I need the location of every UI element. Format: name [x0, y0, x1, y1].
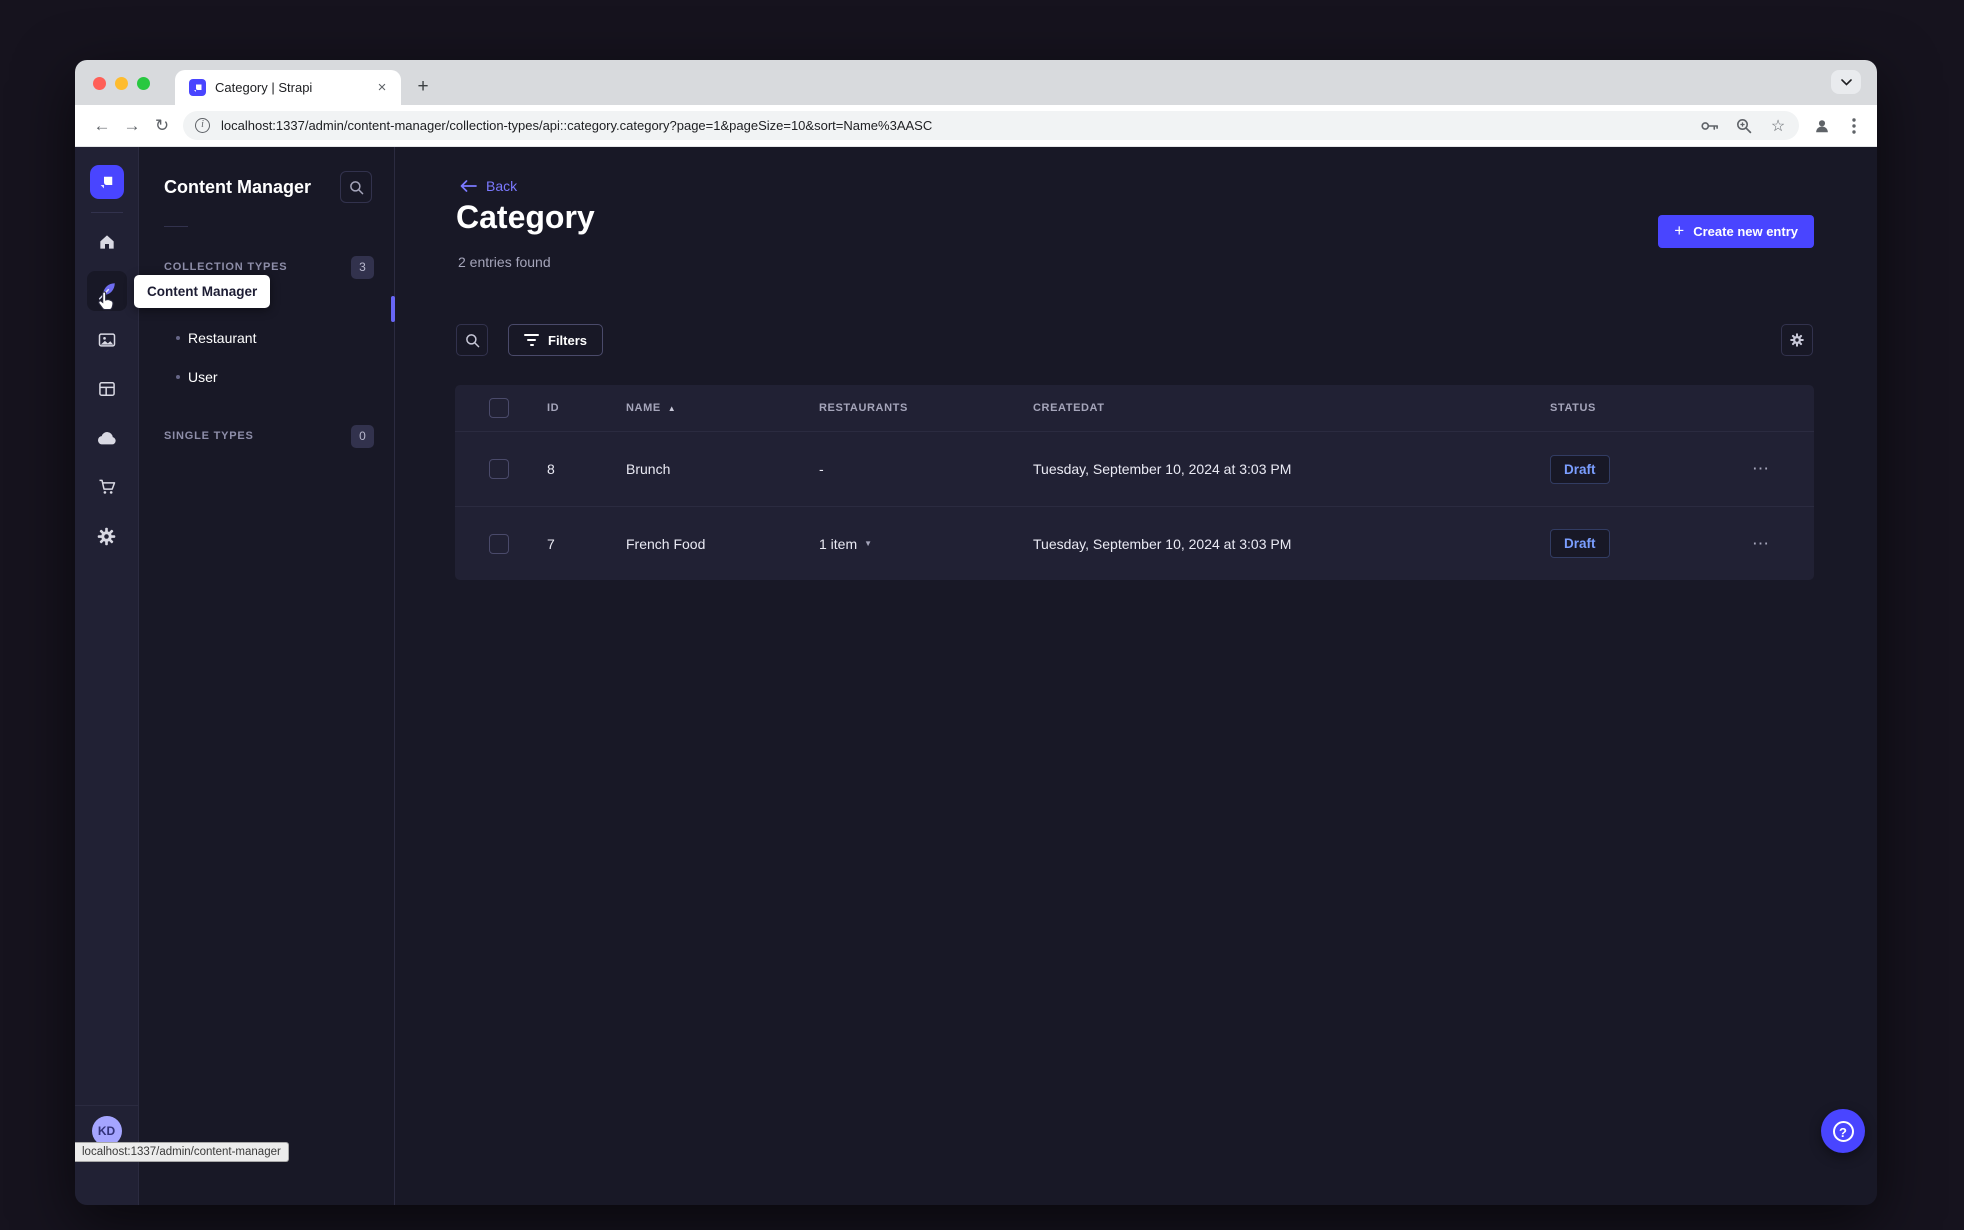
sidebar-item-user[interactable]: User — [139, 357, 394, 396]
tab-search-button[interactable] — [1831, 70, 1861, 94]
nav-home-button[interactable] — [87, 222, 127, 262]
search-icon — [465, 333, 479, 347]
subnav-title: Content Manager — [164, 176, 312, 197]
table-header-row: ID NAME ▲ RESTAURANTS CREATEDAT STATUS — [455, 385, 1814, 432]
create-new-entry-button[interactable]: + Create new entry — [1658, 215, 1814, 248]
strapi-favicon-icon — [189, 79, 206, 96]
profile-icon[interactable] — [1813, 117, 1831, 135]
nav-content-type-builder-button[interactable] — [87, 369, 127, 409]
url-bar[interactable]: i localhost:1337/admin/content-manager/c… — [183, 111, 1799, 140]
search-icon — [349, 180, 363, 194]
strapi-logo[interactable] — [89, 165, 124, 199]
cell-restaurants[interactable]: 1 item ▼ — [819, 536, 1033, 552]
help-button[interactable]: ? — [1821, 1109, 1865, 1153]
bookmark-star-icon[interactable]: ☆ — [1769, 117, 1787, 135]
collection-types-count-badge: 3 — [351, 255, 374, 279]
gear-icon — [97, 527, 116, 545]
column-header-status: STATUS — [1550, 402, 1596, 414]
url-text[interactable]: localhost:1337/admin/content-manager/col… — [221, 118, 1685, 133]
browser-window: Category | Strapi × + ← → ↻ i localhost:… — [75, 60, 1877, 1205]
cell-createdat: Tuesday, September 10, 2024 at 3:03 PM — [1033, 535, 1292, 552]
desktop: Category | Strapi × + ← → ↻ i localhost:… — [0, 0, 1964, 1230]
main-content: Back Category 2 entries found + Create n… — [395, 147, 1877, 1205]
column-header-id: ID — [547, 402, 560, 414]
cell-id: 8 — [547, 461, 555, 477]
help-question-icon: ? — [1832, 1120, 1854, 1142]
subnav-divider — [164, 226, 188, 227]
row-more-button[interactable]: ⋯ — [1752, 459, 1770, 479]
table-row[interactable]: 8 Brunch - Tuesday, September 10, 2024 a… — [455, 432, 1814, 506]
filter-icon — [524, 334, 539, 346]
browser-back-icon[interactable]: ← — [87, 111, 117, 141]
subnav-search-button[interactable] — [340, 171, 372, 203]
new-tab-button[interactable]: + — [409, 73, 437, 101]
column-header-restaurants: RESTAURANTS — [819, 402, 908, 414]
single-types-label: SINGLE TYPES — [164, 430, 254, 442]
cart-icon — [99, 479, 115, 494]
row-checkbox[interactable] — [489, 533, 509, 554]
status-badge: Draft — [1550, 454, 1610, 484]
minimize-window-button[interactable] — [115, 77, 128, 90]
entries-count: 2 entries found — [458, 254, 551, 270]
select-all-checkbox[interactable] — [489, 398, 509, 418]
browser-tab[interactable]: Category | Strapi × — [175, 70, 401, 105]
link-status-tooltip: localhost:1337/admin/content-manager — [75, 1142, 289, 1162]
single-types-count-badge: 0 — [351, 424, 374, 448]
entries-table: ID NAME ▲ RESTAURANTS CREATEDAT STATUS 8 — [455, 385, 1814, 580]
close-window-button[interactable] — [93, 77, 106, 90]
browser-reload-icon[interactable]: ↻ — [147, 111, 177, 141]
row-checkbox[interactable] — [489, 459, 509, 479]
tab-title: Category | Strapi — [215, 80, 313, 95]
arrow-left-icon — [460, 180, 477, 192]
browser-toolbar: ← → ↻ i localhost:1337/admin/content-man… — [75, 105, 1877, 147]
traffic-lights — [93, 77, 150, 90]
password-key-icon[interactable] — [1701, 117, 1719, 135]
back-link[interactable]: Back — [460, 178, 517, 194]
nav-media-library-button[interactable] — [87, 320, 127, 360]
sort-asc-icon: ▲ — [667, 403, 677, 413]
sidebar-item-restaurant[interactable]: Restaurant — [139, 318, 394, 357]
cloud-icon — [97, 432, 116, 445]
nav-deploy-button[interactable] — [87, 418, 127, 458]
plus-icon: + — [1674, 221, 1685, 240]
strapi-app: KD Content Manager COLLECTION TYPES 3 Re… — [75, 147, 1877, 1205]
collection-types-label: COLLECTION TYPES — [164, 261, 288, 273]
filters-button[interactable]: Filters — [508, 324, 604, 356]
home-icon — [99, 235, 114, 249]
cell-restaurants: - — [819, 461, 824, 477]
chevron-down-icon — [1840, 78, 1852, 86]
zoom-search-icon[interactable] — [1735, 117, 1753, 135]
caret-down-icon: ▼ — [864, 539, 873, 548]
page-title: Category — [456, 199, 595, 235]
bullet-icon — [176, 335, 180, 340]
browser-forward-icon[interactable]: → — [117, 111, 147, 141]
cell-name: French Food — [626, 535, 706, 552]
cell-createdat: Tuesday, September 10, 2024 at 3:03 PM — [1033, 461, 1292, 477]
tab-close-icon[interactable]: × — [373, 79, 391, 97]
maximize-window-button[interactable] — [137, 77, 150, 90]
column-header-createdat: CREATEDAT — [1033, 402, 1105, 414]
content-manager-tooltip: Content Manager — [134, 275, 271, 308]
browser-tabstrip: Category | Strapi × + — [75, 60, 1877, 105]
cursor-pointer-icon — [95, 290, 117, 314]
status-badge: Draft — [1550, 529, 1610, 558]
media-library-icon — [98, 333, 115, 347]
gear-icon — [1790, 333, 1804, 347]
table-row[interactable]: 7 French Food 1 item ▼ Tuesday, Septembe… — [455, 506, 1814, 580]
page-info-icon[interactable]: i — [195, 118, 210, 133]
column-header-name[interactable]: NAME ▲ — [626, 402, 819, 414]
nav-settings-button[interactable] — [87, 516, 127, 556]
nav-marketplace-button[interactable] — [87, 467, 127, 507]
row-more-button[interactable]: ⋯ — [1752, 534, 1770, 554]
cell-name: Brunch — [626, 461, 671, 477]
browser-menu-icon[interactable] — [1845, 117, 1863, 135]
bullet-icon — [176, 374, 180, 379]
list-search-button[interactable] — [456, 324, 488, 356]
navbar-divider — [90, 212, 123, 213]
layout-icon — [98, 382, 115, 396]
cell-id: 7 — [547, 535, 555, 552]
view-settings-button[interactable] — [1781, 324, 1813, 356]
